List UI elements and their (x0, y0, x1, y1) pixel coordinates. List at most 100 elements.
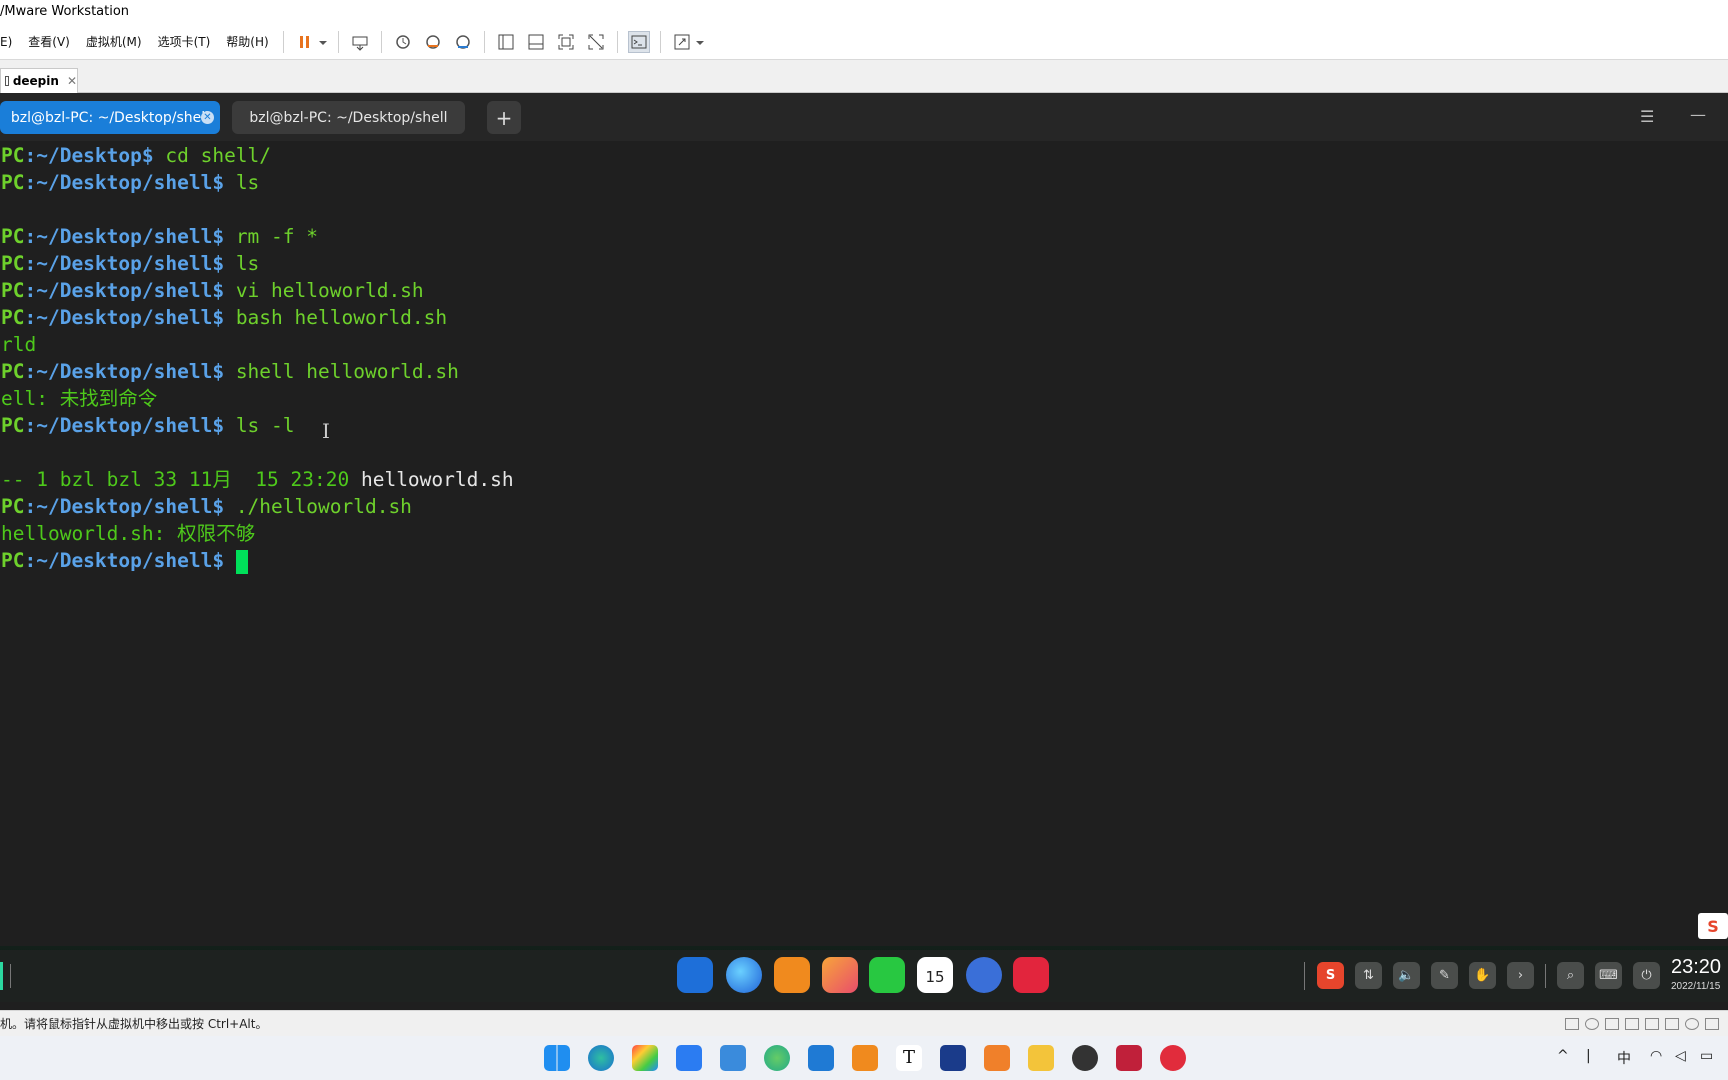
chevron-down-icon[interactable] (318, 31, 328, 53)
prompt-host: PC (1, 414, 25, 437)
command-text (224, 549, 236, 572)
photos-icon[interactable] (822, 957, 858, 993)
notes-icon[interactable] (720, 1045, 746, 1071)
ime-indicator[interactable]: 中 (1617, 1048, 1631, 1068)
command-text: cd shell/ (153, 144, 272, 167)
snapshot-icon[interactable] (392, 31, 414, 53)
sound-icon[interactable] (1645, 1018, 1659, 1030)
chevron-up-icon[interactable]: ^ (1557, 1048, 1569, 1064)
usb-icon[interactable]: ⇅ (1355, 962, 1382, 989)
touch-icon[interactable]: ✋ (1469, 962, 1496, 989)
speaker-icon[interactable]: ◁ (1675, 1048, 1686, 1064)
toolbar-divider (659, 30, 661, 53)
sogou-ime-icon[interactable]: S (1698, 913, 1728, 939)
menu-icon[interactable]: ☰ (1640, 107, 1654, 126)
status-message: 机。请将鼠标指针从虚拟机中移出或按 Ctrl+Alt。 (0, 1017, 268, 1031)
prompt-host: PC (1, 360, 25, 383)
toolbar-divider (337, 30, 339, 53)
prompt-host: PC (1, 279, 25, 302)
terminal-tab[interactable]: bzl@bzl-PC: ~/Desktop/shell (232, 101, 465, 134)
command-text: bash helloworld.sh (224, 306, 448, 329)
windows-start-icon[interactable] (544, 1045, 570, 1071)
output-text: rld (1, 333, 37, 356)
power-icon[interactable]: ⏻ (1633, 962, 1660, 989)
printer-icon[interactable] (1625, 1018, 1639, 1030)
close-icon[interactable]: ✕ (67, 74, 77, 88)
search-icon[interactable]: ⌕ (1557, 962, 1584, 989)
browser-icon[interactable] (726, 957, 762, 993)
command-text: ls (224, 252, 260, 275)
usb-device-icon[interactable] (1665, 1018, 1679, 1030)
message-icon[interactable] (1705, 1018, 1719, 1030)
calendar-icon[interactable]: 15 (917, 957, 953, 993)
menu-view[interactable]: 查看(V) (20, 33, 78, 50)
file-explorer-icon[interactable] (1028, 1045, 1054, 1071)
battery-icon[interactable]: ▭ (1700, 1048, 1713, 1064)
fullscreen-icon[interactable] (555, 31, 577, 53)
terminal-line: rld (1, 331, 36, 358)
snapshot-manager-icon[interactable] (452, 31, 474, 53)
obs-icon[interactable] (1072, 1045, 1098, 1071)
output-text: ell: 未找到命令 (1, 387, 158, 410)
output-text: helloworld.sh: 权限不够 (1, 522, 256, 545)
chevron-right-icon[interactable]: › (1507, 962, 1534, 989)
microphone-icon[interactable]: | (1586, 1048, 1591, 1064)
vmware-icon[interactable] (852, 1045, 878, 1071)
app-store-icon[interactable] (677, 957, 713, 993)
send-ctrl-alt-del-icon[interactable] (349, 31, 371, 53)
sogou-tray-icon[interactable]: S (1317, 962, 1344, 989)
network-icon[interactable] (1605, 1018, 1619, 1030)
new-tab-button[interactable]: + (487, 101, 521, 134)
menu-vm[interactable]: 虚拟机(M) (78, 33, 150, 50)
prompt-path: :~/Desktop/shell$ (24, 414, 225, 437)
menu-help[interactable]: 帮助(H) (218, 33, 276, 50)
control-center-icon[interactable] (966, 957, 1002, 993)
menu-edit[interactable]: E) (0, 35, 20, 49)
volume-icon[interactable]: 🔈 (1393, 962, 1420, 989)
vmware-title-bar: /Mware Workstation (0, 0, 1728, 24)
wifi-icon[interactable]: ◠ (1650, 1048, 1662, 1064)
prompt: PC:~/Desktop/shell$ (1, 171, 224, 194)
prompt: PC:~/Desktop$ (1, 144, 154, 167)
app-tiles-icon[interactable] (632, 1045, 658, 1071)
clock-date: 2022/11/15 (1671, 981, 1721, 992)
disk-icon[interactable] (1565, 1018, 1579, 1030)
edge-icon[interactable] (588, 1045, 614, 1071)
prompt-path: :~/Desktop/shell$ (24, 306, 225, 329)
devcpp-icon[interactable] (940, 1045, 966, 1071)
netease-music-icon[interactable] (1160, 1045, 1186, 1071)
browser-globe-icon[interactable] (764, 1045, 790, 1071)
todo-icon[interactable] (676, 1045, 702, 1071)
pause-icon[interactable] (294, 31, 316, 53)
unity-icon[interactable] (585, 31, 607, 53)
console-view-icon[interactable] (627, 30, 650, 53)
terminal-tab-active[interactable]: bzl@bzl-PC: ~/Desktop/shell ✕ (0, 101, 220, 134)
dock-divider (1545, 964, 1546, 988)
tab-deepin[interactable]: deepin ✕ (0, 68, 78, 93)
menu-tabs[interactable]: 选项卡(T) (150, 33, 219, 50)
terminal-output[interactable]: PC:~/Desktop$ cd shell/PC:~/Desktop/shel… (0, 141, 1728, 946)
music-icon[interactable] (869, 957, 905, 993)
keyboard-icon[interactable]: ⌨ (1595, 962, 1622, 989)
prompt-path: :~/Desktop$ (24, 144, 154, 167)
cd-icon[interactable] (1585, 1018, 1599, 1030)
prompt: PC:~/Desktop/shell$ (1, 360, 224, 383)
display-icon[interactable] (1685, 1018, 1699, 1030)
terminal-app-icon[interactable] (1013, 957, 1049, 993)
revert-snapshot-icon[interactable] (422, 31, 444, 53)
store-bag-icon[interactable] (774, 957, 810, 993)
close-icon[interactable]: ✕ (201, 111, 214, 124)
vscode-icon[interactable] (808, 1045, 834, 1071)
terminal-line: PC:~/Desktop/shell$ ls (1, 250, 259, 277)
stretch-icon[interactable] (671, 31, 693, 53)
thumbnail-bar-icon[interactable] (525, 31, 547, 53)
terminal-line: PC:~/Desktop/shell$ rm -f * (1, 223, 318, 250)
app-red-icon[interactable] (1116, 1045, 1142, 1071)
prompt: PC:~/Desktop/shell$ (1, 549, 224, 572)
minimize-icon[interactable]: — (1690, 105, 1706, 124)
typora-icon[interactable]: T (896, 1045, 922, 1071)
chevron-down-icon[interactable] (695, 31, 705, 53)
pen-icon[interactable]: ✎ (1431, 962, 1458, 989)
sidebar-toggle-icon[interactable] (495, 31, 517, 53)
sublime-icon[interactable] (984, 1045, 1010, 1071)
